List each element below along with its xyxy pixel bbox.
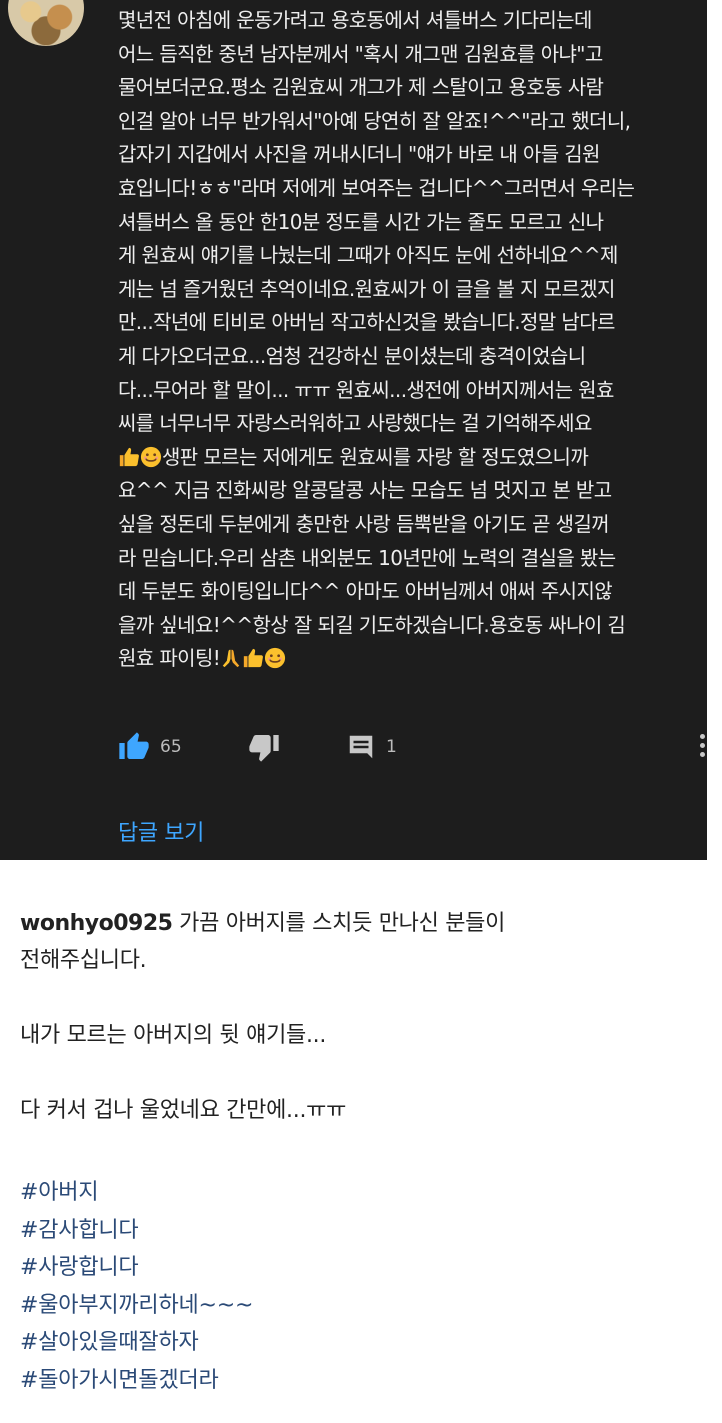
caption-text: 가끔 아버지를 스치듯 만나신 분들이: [179, 911, 506, 936]
comment-body: 몇년전 아침에 운동가려고 용호동에서 셔틀버스 기다리는데 어느 듬직한 중년…: [118, 4, 700, 676]
hashtag-link[interactable]: #아버지: [20, 1174, 710, 1212]
thumbs-up-icon: [119, 732, 149, 759]
comment-line: 만...작년에 티비로 아버님 작고하신것을 봤습니다.정말 남다르: [118, 310, 615, 335]
comment-line: 생판 모르는 저에게도 원효씨를 자랑 할 정도였으니까: [162, 444, 589, 469]
like-count: 65: [160, 737, 182, 757]
hashtag-link[interactable]: #살아있을때잘하자: [20, 1324, 710, 1362]
thumbs-up-emoji-icon: [242, 646, 264, 670]
comment-line: 싶을 정돈데 두분에게 충만한 사랑 듬뿍받을 아기도 곧 생길꺼: [118, 511, 610, 536]
comment-icon: [349, 735, 373, 759]
dislike-button[interactable]: [248, 730, 280, 764]
hashtag-link[interactable]: #돌아가시면돌겠더라: [20, 1362, 710, 1400]
comment-line: 게 다가오더군요...엄청 건강하신 분이셨는데 충격이었습니: [118, 343, 586, 368]
comment-line: 다...무어라 할 말이... ㅠㅠ 원효씨...생전에 아버지께서는 원효: [118, 377, 614, 402]
hashtag-link[interactable]: #사랑합니다: [20, 1249, 710, 1287]
thumbs-down-icon: [249, 735, 279, 762]
comment-line: 게 원효씨 얘기를 나눴는데 그때가 아직도 눈에 선하네요^^제: [118, 243, 618, 268]
hashtag-link[interactable]: #울아부지까리하네~~~: [20, 1287, 710, 1325]
comment-line: 효입니다!ㅎㅎ"라며 저에게 보여주는 겁니다^^그러면서 우리는: [118, 175, 635, 200]
caption-text: 전해주십니다.: [20, 948, 147, 973]
smiling-face-emoji-icon: [264, 646, 286, 670]
comment-line: 게는 넘 즐거웠던 추억이네요.원효씨가 이 글을 볼 지 모르겠지: [118, 276, 615, 301]
reply-count: 1: [386, 737, 397, 757]
instagram-caption: wonhyo0925 가끔 아버지를 스치듯 만나신 분들이 전해주십니다. 내…: [20, 905, 710, 1399]
comment-line: 씨를 너무너무 자랑스러워하고 사랑했다는 걸 기억해주세요: [118, 411, 592, 436]
folded-hands-emoji-icon: [220, 646, 242, 670]
more-vert-icon[interactable]: [696, 734, 707, 760]
youtube-comment: 몇년전 아침에 운동가려고 용호동에서 셔틀버스 기다리는데 어느 듬직한 중년…: [0, 0, 707, 860]
comment-actions: 65 1: [118, 730, 707, 764]
commenter-avatar[interactable]: [8, 0, 84, 46]
view-replies-link[interactable]: 답글 보기: [118, 815, 204, 847]
thumbs-up-emoji-icon: [118, 445, 140, 469]
like-button[interactable]: 65: [118, 730, 182, 764]
reply-button[interactable]: 1: [346, 730, 397, 764]
caption-text: 내가 모르는 아버지의 뒷 얘기들...: [20, 1023, 327, 1048]
comment-line: 라 믿습니다.우리 삼촌 내외분도 10년만에 노력의 결실을 봤는: [118, 545, 616, 570]
caption-text: 다 커서 겁나 울었네요 간만에...ㅠㅠ: [20, 1098, 347, 1123]
comment-line: 원효 파이팅!: [118, 646, 221, 671]
username-link[interactable]: wonhyo0925: [20, 911, 173, 936]
comment-line: 요^^ 지금 진화씨랑 알콩달콩 사는 모습도 넘 멋지고 본 받고: [118, 478, 612, 503]
caption-first-line: wonhyo0925 가끔 아버지를 스치듯 만나신 분들이: [20, 905, 710, 942]
hashtag-link[interactable]: #감사합니다: [20, 1212, 710, 1250]
smiling-face-emoji-icon: [140, 445, 162, 469]
comment-line: 갑자기 지갑에서 사진을 꺼내시더니 "얘가 바로 내 아들 김원: [118, 142, 600, 167]
comment-line: 을까 싶네요!^^항상 잘 되길 기도하겠습니다.용호동 싸나이 김: [118, 612, 626, 637]
hashtag-list: #아버지 #감사합니다 #사랑합니다 #울아부지까리하네~~~ #살아있을때잘하…: [20, 1174, 710, 1399]
comment-line: 인걸 알아 너무 반가워서"아예 당연히 잘 알죠!^^"라고 했더니,: [118, 108, 631, 133]
comment-line: 셔틀버스 올 동안 한10분 정도를 시간 가는 줄도 모르고 신나: [118, 209, 604, 234]
comment-line: 몇년전 아침에 운동가려고 용호동에서 셔틀버스 기다리는데: [118, 8, 592, 32]
comment-line: 물어보더군요.평소 김원효씨 개그가 제 스탈이고 용호동 사람: [118, 75, 604, 100]
comment-line: 어느 듬직한 중년 남자분께서 "혹시 개그맨 김원효를 아냐"고: [118, 41, 603, 66]
comment-line: 데 두분도 화이팅입니다^^ 아마도 아버님께서 애써 주시지않: [118, 579, 613, 604]
